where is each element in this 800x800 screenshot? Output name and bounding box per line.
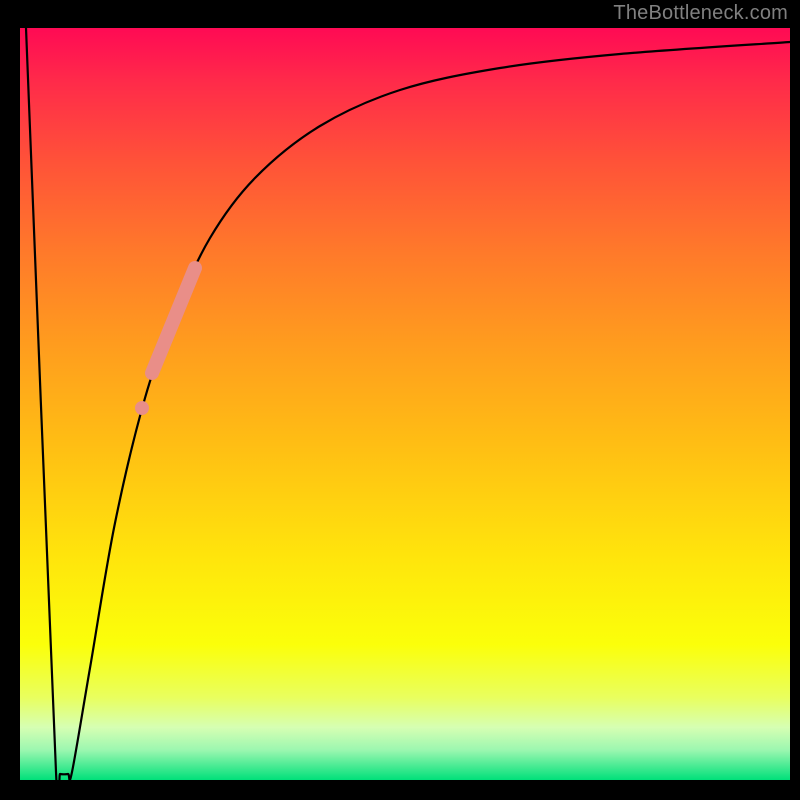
curve-svg [20, 28, 790, 780]
attribution-text: TheBottleneck.com [613, 2, 788, 25]
plot-area [20, 28, 790, 780]
chart-stage: TheBottleneck.com [0, 0, 800, 800]
highlight-segment [152, 268, 195, 373]
highlight-dot [135, 401, 149, 415]
